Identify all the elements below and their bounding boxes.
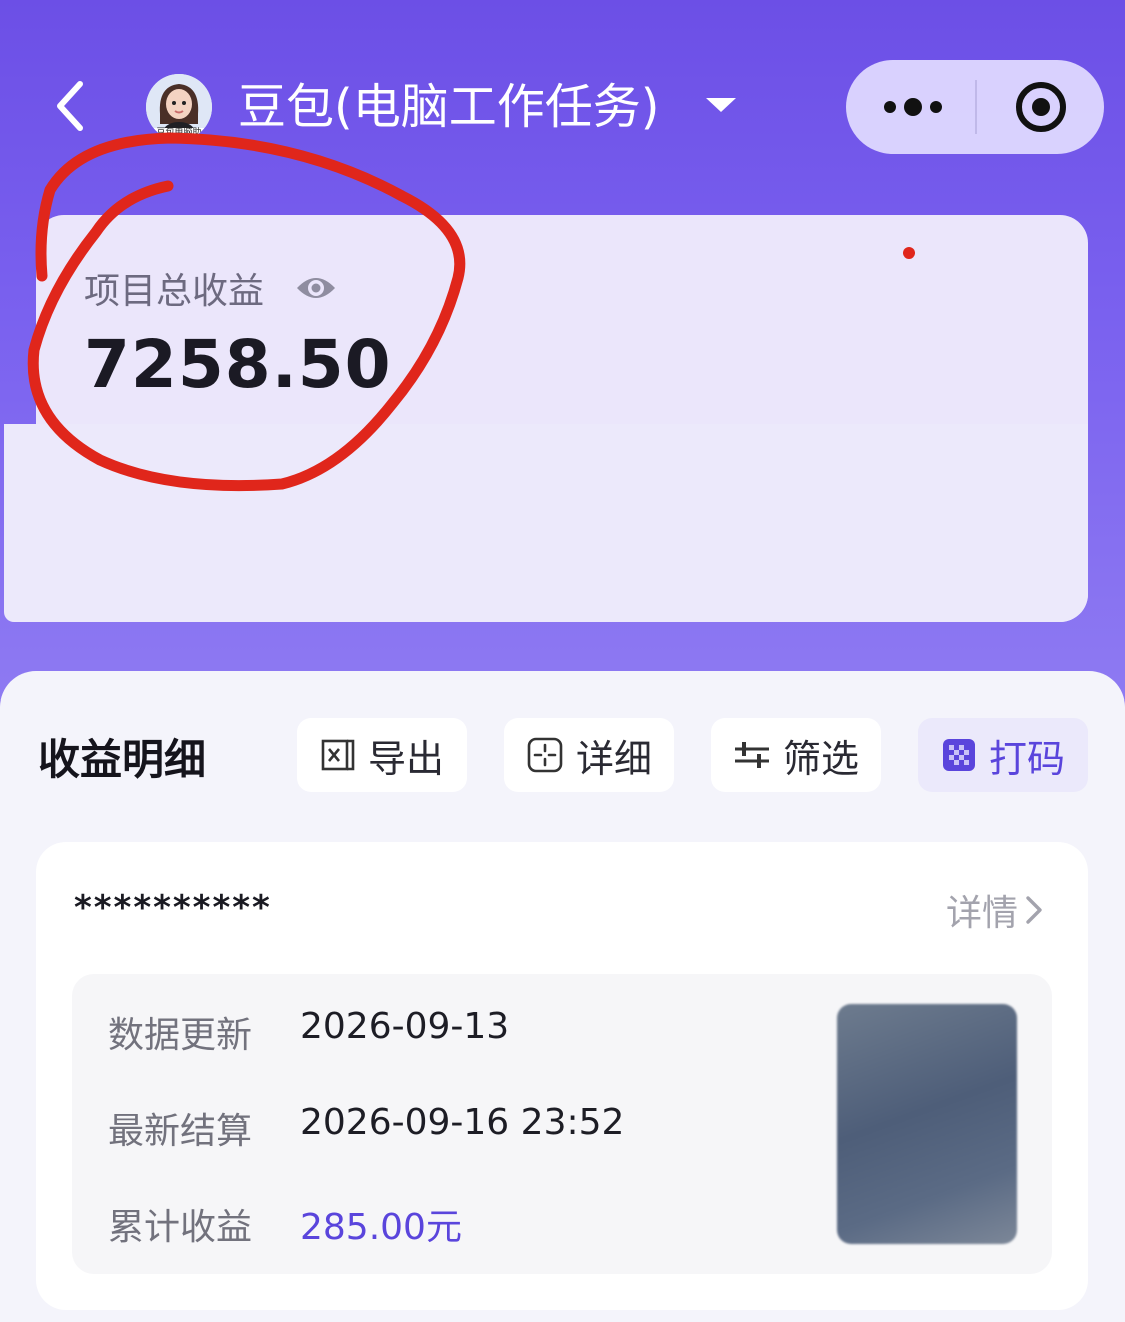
filter-button[interactable]: 筛选 (711, 718, 881, 792)
export-label: 导出 (367, 736, 444, 781)
more-icon (884, 98, 942, 116)
data-update-value: 2026-09-13 (300, 1006, 510, 1047)
avatar[interactable]: 豆包电脑助 (146, 74, 212, 140)
summary-card-lower (4, 424, 1088, 622)
detail-icon (527, 737, 563, 773)
capsule-divider (975, 80, 977, 134)
cumulative-earnings-value: 285.00元 (300, 1207, 462, 1248)
back-button[interactable] (40, 76, 100, 136)
export-button[interactable]: 导出 (297, 718, 467, 792)
detailed-label: 详细 (575, 736, 652, 781)
record-detail-label: 详情 (946, 893, 1019, 934)
page-title[interactable]: 豆包(电脑工作任务) (238, 74, 659, 140)
close-program-button[interactable] (998, 72, 1084, 142)
total-earnings-label: 项目总收益 (84, 271, 265, 312)
cumulative-earnings-label: 累计收益 (108, 1207, 253, 1248)
mosaic-label: 打码 (988, 736, 1065, 781)
record-name: ********** (74, 888, 272, 928)
mosaic-icon (942, 739, 975, 771)
filter-label: 筛选 (782, 736, 859, 781)
chevron-down-icon[interactable] (706, 98, 736, 112)
data-update-label: 数据更新 (108, 1015, 253, 1056)
toggle-visibility-button[interactable] (294, 270, 338, 306)
total-earnings-value: 7258.50 (84, 326, 392, 403)
latest-settlement-label: 最新结算 (108, 1111, 253, 1152)
export-icon (321, 739, 355, 771)
chevron-right-icon (1026, 896, 1042, 924)
more-button[interactable] (870, 78, 956, 136)
avatar-caption: 豆包电脑助 (156, 128, 202, 138)
filter-icon (734, 742, 769, 768)
back-icon (57, 81, 83, 131)
latest-settlement-value: 2026-09-16 23:52 (300, 1102, 625, 1143)
section-title: 收益明细 (38, 735, 207, 784)
blurred-thumbnail[interactable] (837, 1004, 1017, 1244)
record-detail-link[interactable]: 详情 (946, 884, 1044, 936)
mosaic-button[interactable]: 打码 (918, 718, 1088, 792)
notification-dot (903, 247, 915, 259)
eye-icon (297, 278, 335, 298)
target-icon (1016, 82, 1066, 132)
detailed-button[interactable]: 详细 (504, 718, 674, 792)
